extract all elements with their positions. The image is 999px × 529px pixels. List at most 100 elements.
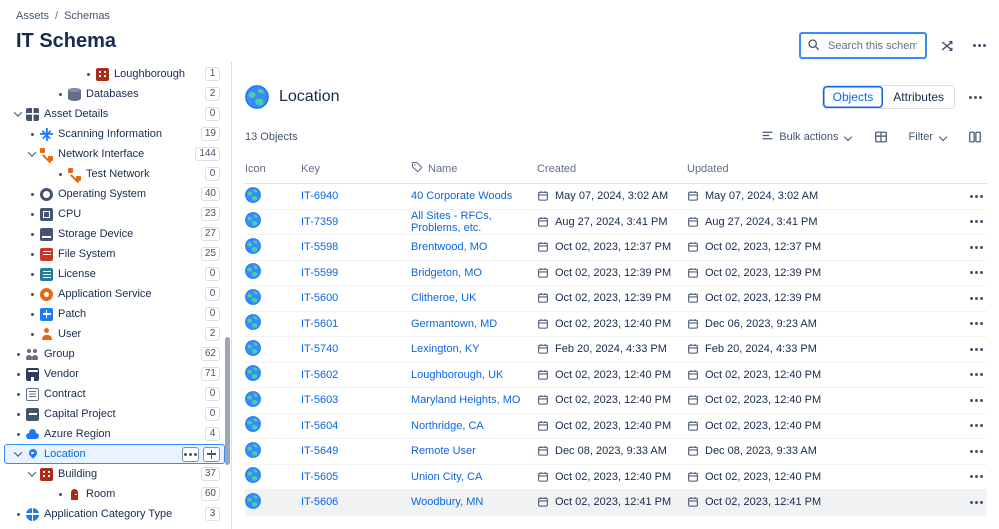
- sidebar-item-asset-details[interactable]: Asset Details 0: [4, 104, 225, 124]
- object-type-more-button[interactable]: [963, 85, 987, 109]
- row-more-button[interactable]: [965, 492, 987, 512]
- object-name-link[interactable]: Remote User: [411, 445, 476, 457]
- row-more-button[interactable]: [965, 339, 987, 359]
- tab-objects[interactable]: Objects: [822, 86, 884, 108]
- row-more-button[interactable]: [965, 314, 987, 334]
- object-name-link[interactable]: All Sites - RFCs, Problems, etc.: [411, 210, 492, 234]
- table-row[interactable]: IT-5605 Union City, CA Oct 02, 2023, 12:40…: [245, 465, 987, 490]
- object-key-link[interactable]: IT-5649: [301, 445, 338, 457]
- row-more-button[interactable]: [965, 237, 987, 257]
- object-name-link[interactable]: Bridgeton, MO: [411, 267, 482, 279]
- object-key-link[interactable]: IT-6940: [301, 190, 338, 202]
- sidebar-item-azure-region[interactable]: Azure Region 4: [4, 424, 225, 444]
- table-row[interactable]: IT-5649 Remote User Dec 08, 2023, 9:33 AM D…: [245, 439, 987, 465]
- chevron-down-icon[interactable]: [25, 147, 39, 161]
- row-more-button[interactable]: [965, 390, 987, 410]
- table-row[interactable]: IT-6940 40 Corporate Woods May 07, 2024, 3…: [245, 184, 987, 210]
- object-key-link[interactable]: IT-5604: [301, 420, 338, 432]
- sidebar-add-object-button[interactable]: [203, 446, 220, 462]
- breadcrumb-assets[interactable]: Assets: [16, 10, 49, 22]
- table-row[interactable]: IT-7359 All Sites - RFCs, Problems, etc. A…: [245, 210, 987, 235]
- chevron-down-icon[interactable]: [25, 467, 39, 481]
- bulk-actions-button[interactable]: Bulk actions: [759, 127, 854, 147]
- table-row[interactable]: IT-5598 Brentwood, MO Oct 02, 2023, 12:37 …: [245, 235, 987, 261]
- sidebar-item-user[interactable]: User 2: [4, 324, 225, 344]
- object-key-link[interactable]: IT-5599: [301, 267, 338, 279]
- sidebar-item-scanning-information[interactable]: Scanning Information 19: [4, 124, 225, 144]
- row-more-button[interactable]: [965, 416, 987, 436]
- column-header-created[interactable]: Created: [537, 163, 687, 175]
- column-header-key[interactable]: Key: [301, 163, 411, 175]
- schema-graph-icon-button[interactable]: [935, 34, 959, 58]
- object-key-link[interactable]: IT-5603: [301, 394, 338, 406]
- sidebar-item-application-category-type[interactable]: Application Category Type 3: [4, 504, 225, 524]
- sidebar-item-capital-project[interactable]: Capital Project 0: [4, 404, 225, 424]
- table-row[interactable]: IT-5606 Woodbury, MN Oct 02, 2023, 12:41 P…: [245, 490, 987, 516]
- column-header-updated[interactable]: Updated: [687, 163, 959, 175]
- sidebar-item-more-button[interactable]: [182, 446, 199, 462]
- row-more-button[interactable]: [965, 467, 987, 487]
- sidebar-item-cpu[interactable]: CPU 23: [4, 204, 225, 224]
- filter-button[interactable]: Filter: [907, 129, 949, 145]
- tab-attributes[interactable]: Attributes: [883, 86, 954, 108]
- sidebar-item-operating-system[interactable]: Operating System 40: [4, 184, 225, 204]
- row-more-button[interactable]: [965, 212, 987, 232]
- sidebar-item-building[interactable]: Building 37: [4, 464, 225, 484]
- column-header-icon[interactable]: Icon: [245, 163, 301, 175]
- object-name-link[interactable]: Union City, CA: [411, 471, 482, 483]
- object-name-link[interactable]: Loughborough, UK: [411, 369, 503, 381]
- object-name-link[interactable]: Northridge, CA: [411, 420, 484, 432]
- object-key-link[interactable]: IT-5598: [301, 241, 338, 253]
- row-more-button[interactable]: [965, 441, 987, 461]
- sidebar-item-loughborough[interactable]: Loughborough 1: [4, 64, 225, 84]
- header-more-button[interactable]: [967, 34, 991, 58]
- object-name-link[interactable]: Maryland Heights, MO: [411, 394, 520, 406]
- object-name-link[interactable]: Woodbury, MN: [411, 496, 483, 508]
- object-key-link[interactable]: IT-5606: [301, 496, 338, 508]
- table-row[interactable]: IT-5601 Germantown, MD Oct 02, 2023, 12:40…: [245, 312, 987, 337]
- sidebar-item-group[interactable]: Group 62: [4, 344, 225, 364]
- row-more-button[interactable]: [965, 288, 987, 308]
- table-row[interactable]: IT-5603 Maryland Heights, MO Oct 02, 2023,…: [245, 388, 987, 414]
- sidebar-item-location[interactable]: Location: [4, 444, 225, 464]
- object-key-link[interactable]: IT-7359: [301, 216, 338, 228]
- columns-icon-button[interactable]: [963, 125, 987, 149]
- table-view-icon-button[interactable]: [869, 125, 893, 149]
- sidebar-item-license[interactable]: License 0: [4, 264, 225, 284]
- chevron-down-icon[interactable]: [11, 447, 25, 461]
- sidebar-scrollbar[interactable]: [225, 337, 230, 465]
- object-key-cell: IT-5605: [301, 471, 411, 483]
- sidebar-item-vendor[interactable]: Vendor 71: [4, 364, 225, 384]
- sidebar-item-patch[interactable]: Patch 0: [4, 304, 225, 324]
- object-key-link[interactable]: IT-5605: [301, 471, 338, 483]
- sidebar-item-file-system[interactable]: File System 25: [4, 244, 225, 264]
- sidebar-item-storage-device[interactable]: Storage Device 27: [4, 224, 225, 244]
- sidebar-item-room[interactable]: Room 60: [4, 484, 225, 504]
- row-more-button[interactable]: [965, 263, 987, 283]
- object-key-link[interactable]: IT-5602: [301, 369, 338, 381]
- table-row[interactable]: IT-5599 Bridgeton, MO Oct 02, 2023, 12:39 …: [245, 261, 987, 286]
- sidebar-item-databases[interactable]: Databases 2: [4, 84, 225, 104]
- chevron-down-icon[interactable]: [11, 107, 25, 121]
- search-input[interactable]: [826, 38, 919, 53]
- sidebar-item-application-service[interactable]: Application Service 0: [4, 284, 225, 304]
- object-key-link[interactable]: IT-5740: [301, 343, 338, 355]
- table-row[interactable]: IT-5600 Clitheroe, UK Oct 02, 2023, 12:39 …: [245, 286, 987, 312]
- object-name-link[interactable]: Brentwood, MO: [411, 241, 487, 253]
- object-name-link[interactable]: 40 Corporate Woods: [411, 190, 512, 202]
- table-row[interactable]: IT-5602 Loughborough, UK Oct 02, 2023, 12:…: [245, 363, 987, 388]
- object-name-link[interactable]: Germantown, MD: [411, 318, 497, 330]
- sidebar-item-network-interface[interactable]: Network Interface 144: [4, 144, 225, 164]
- object-key-link[interactable]: IT-5601: [301, 318, 338, 330]
- object-name-link[interactable]: Clitheroe, UK: [411, 292, 476, 304]
- breadcrumb-schemas[interactable]: Schemas: [64, 10, 110, 22]
- sidebar-item-contract[interactable]: Contract 0: [4, 384, 225, 404]
- object-key-link[interactable]: IT-5600: [301, 292, 338, 304]
- row-more-button[interactable]: [965, 365, 987, 385]
- table-row[interactable]: IT-5604 Northridge, CA Oct 02, 2023, 12:40…: [245, 414, 987, 439]
- table-row[interactable]: IT-5740 Lexington, KY Feb 20, 2024, 4:33 P…: [245, 337, 987, 363]
- object-name-link[interactable]: Lexington, KY: [411, 343, 480, 355]
- sidebar-item-test-network[interactable]: Test Network 0: [4, 164, 225, 184]
- column-header-name[interactable]: Name: [411, 161, 537, 176]
- row-more-button[interactable]: [965, 186, 987, 206]
